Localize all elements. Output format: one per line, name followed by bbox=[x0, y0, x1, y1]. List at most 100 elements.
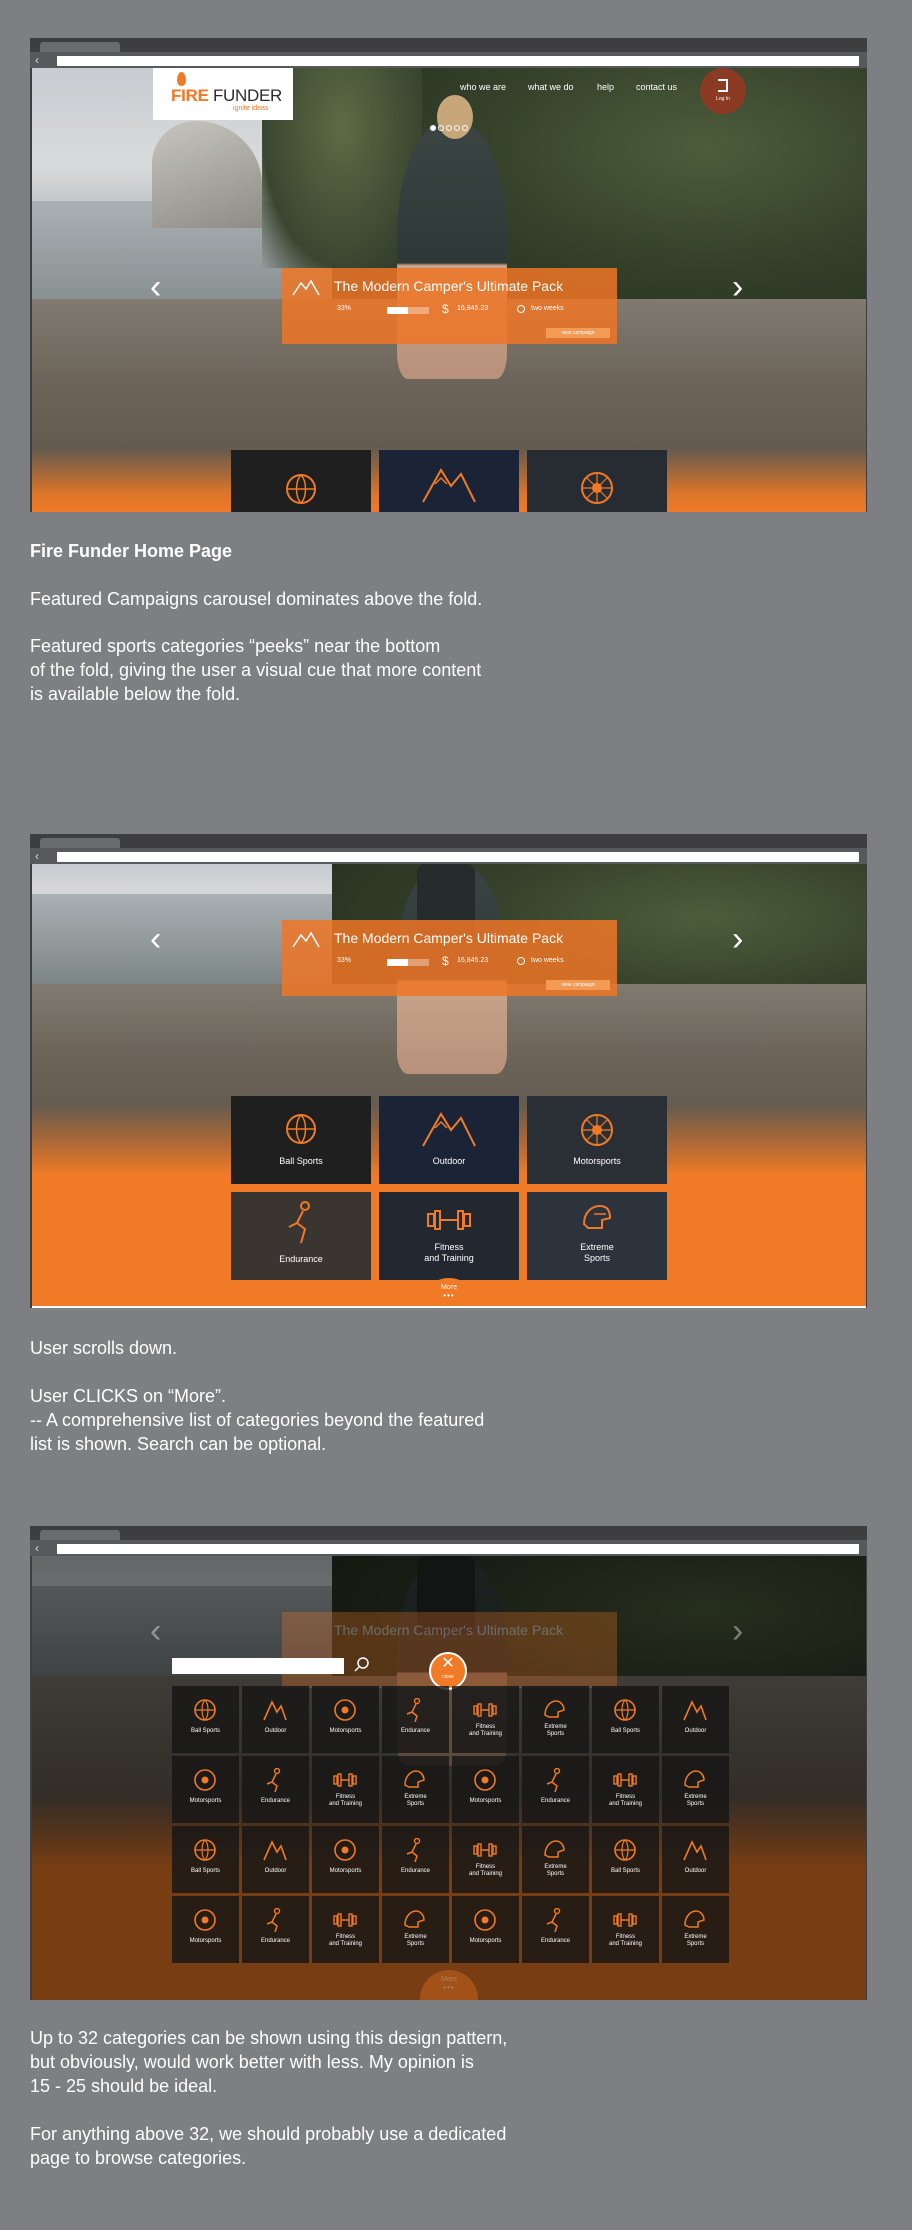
category-grid-tile[interactable]: Ball Sports bbox=[172, 1826, 239, 1893]
category-tile-motorsports[interactable] bbox=[527, 450, 667, 512]
category-grid-tile[interactable]: Fitness and Training bbox=[312, 1896, 379, 1963]
fire-funder-logo[interactable]: FIRE FUNDER ignite ideas bbox=[153, 68, 293, 120]
category-grid-tile[interactable]: Endurance bbox=[242, 1896, 309, 1963]
address-bar[interactable] bbox=[57, 1544, 859, 1554]
category-grid-tile[interactable]: Outdoor bbox=[242, 1686, 309, 1753]
mountain-icon bbox=[263, 1840, 287, 1861]
category-grid-tile[interactable]: Ball Sports bbox=[592, 1826, 659, 1893]
funded-percent: 33% bbox=[337, 957, 352, 964]
browser-tab[interactable] bbox=[40, 838, 120, 848]
category-grid-tile[interactable]: Fitness and Training bbox=[452, 1826, 519, 1893]
category-grid-tile[interactable]: Extreme Sports bbox=[662, 1756, 729, 1823]
dollar-icon: $ bbox=[442, 954, 449, 968]
category-grid-tile[interactable]: Endurance bbox=[242, 1756, 309, 1823]
back-icon[interactable]: ‹ bbox=[35, 52, 39, 68]
view-campaign-button[interactable]: view campaign bbox=[546, 980, 610, 990]
login-label: Log In bbox=[716, 96, 730, 102]
nav-contact-us[interactable]: contact us bbox=[636, 82, 677, 92]
category-label: Motorsports bbox=[329, 1728, 362, 1734]
category-label: Motorsports bbox=[189, 1798, 222, 1804]
back-icon[interactable]: ‹ bbox=[35, 1540, 39, 1556]
category-grid-tile[interactable]: Endurance bbox=[382, 1686, 449, 1753]
back-icon[interactable]: ‹ bbox=[35, 848, 39, 864]
browser-tab-bar bbox=[30, 1526, 867, 1540]
category-grid-tile[interactable]: Fitness and Training bbox=[312, 1756, 379, 1823]
category-search-input[interactable] bbox=[172, 1658, 344, 1674]
carousel-prev-icon[interactable]: ‹ bbox=[150, 922, 161, 956]
category-grid-tile[interactable]: Outdoor bbox=[662, 1686, 729, 1753]
category-grid-tile[interactable]: Extreme Sports bbox=[382, 1896, 449, 1963]
category-grid-tile[interactable]: Outdoor bbox=[242, 1826, 309, 1893]
cyclist-icon bbox=[266, 1768, 281, 1792]
category-grid-tile[interactable]: Motorsports bbox=[172, 1756, 239, 1823]
category-grid-tile[interactable]: Endurance bbox=[522, 1756, 589, 1823]
carousel-dot[interactable] bbox=[454, 125, 460, 131]
category-grid-tile[interactable]: Motorsports bbox=[312, 1826, 379, 1893]
helmet-icon bbox=[582, 1204, 612, 1229]
category-label: Outdoor bbox=[264, 1728, 287, 1734]
dumbbell-icon bbox=[473, 1703, 497, 1717]
campaign-card[interactable]: The Modern Camper's Ultimate Pack 33% $ … bbox=[282, 920, 617, 996]
category-grid-tile[interactable]: Fitness and Training bbox=[452, 1686, 519, 1753]
category-tile-outdoor[interactable] bbox=[379, 450, 519, 512]
carousel-next-icon[interactable]: › bbox=[732, 270, 743, 304]
category-tile-endurance[interactable]: Endurance bbox=[231, 1192, 371, 1280]
category-grid-tile[interactable]: Outdoor bbox=[662, 1826, 729, 1893]
campaign-card[interactable]: The Modern Camper's Ultimate Pack 33% $ … bbox=[282, 268, 617, 344]
carousel-dot[interactable] bbox=[430, 125, 436, 131]
category-grid-tile[interactable]: Motorsports bbox=[452, 1896, 519, 1963]
carousel-dot[interactable] bbox=[462, 125, 468, 131]
cyclist-icon bbox=[288, 1201, 310, 1244]
nav-help[interactable]: help bbox=[597, 82, 614, 92]
category-label: Endurance bbox=[540, 1938, 571, 1944]
category-label: Extreme Sports bbox=[684, 1794, 707, 1807]
category-grid-tile[interactable]: Extreme Sports bbox=[522, 1686, 589, 1753]
category-tile-fitness[interactable]: Fitness and Training bbox=[379, 1192, 519, 1280]
category-grid-tile[interactable]: Motorsports bbox=[172, 1896, 239, 1963]
amount-raised: 16,845.23 bbox=[457, 957, 489, 964]
category-tile-ball-sports[interactable]: Ball Sports bbox=[231, 1096, 371, 1184]
category-tile-ball-sports[interactable] bbox=[231, 450, 371, 512]
category-tile-extreme[interactable]: Extreme Sports bbox=[527, 1192, 667, 1280]
view-campaign-button[interactable]: view campaign bbox=[546, 328, 610, 338]
carousel-prev-icon[interactable]: ‹ bbox=[150, 270, 161, 304]
basketball-icon bbox=[194, 1839, 216, 1861]
address-bar[interactable] bbox=[57, 56, 859, 66]
category-grid-tile[interactable]: Ball Sports bbox=[172, 1686, 239, 1753]
dumbbell-icon bbox=[613, 1913, 637, 1927]
carousel-dot[interactable] bbox=[446, 125, 452, 131]
category-tile-outdoor[interactable]: Outdoor bbox=[379, 1096, 519, 1184]
category-label: Outdoor bbox=[684, 1868, 707, 1874]
carousel-dot[interactable] bbox=[438, 125, 444, 131]
category-grid-tile[interactable]: Ball Sports bbox=[592, 1686, 659, 1753]
category-label: Motorsports bbox=[573, 1156, 621, 1166]
helmet-icon bbox=[684, 1910, 705, 1928]
category-label: Endurance bbox=[279, 1254, 323, 1264]
category-grid-tile[interactable]: Endurance bbox=[382, 1826, 449, 1893]
category-grid-tile[interactable]: Motorsports bbox=[312, 1686, 379, 1753]
category-grid-tile[interactable]: Extreme Sports bbox=[382, 1756, 449, 1823]
more-button[interactable]: More ••• bbox=[420, 1278, 478, 1308]
nav-what-we-do[interactable]: what we do bbox=[528, 82, 574, 92]
cyclist-icon bbox=[406, 1838, 421, 1862]
category-grid-tile[interactable]: Motorsports bbox=[452, 1756, 519, 1823]
clock-icon bbox=[517, 957, 525, 965]
category-grid-tile[interactable]: Extreme Sports bbox=[662, 1896, 729, 1963]
address-bar[interactable] bbox=[57, 852, 859, 862]
login-button[interactable]: Log In bbox=[700, 68, 746, 114]
category-grid-tile[interactable]: Endurance bbox=[522, 1896, 589, 1963]
carousel-next-icon[interactable]: › bbox=[732, 922, 743, 956]
category-tile-motorsports[interactable]: Motorsports bbox=[527, 1096, 667, 1184]
category-label: Motorsports bbox=[189, 1938, 222, 1944]
more-label: More bbox=[441, 1284, 457, 1291]
category-grid-tile[interactable]: Fitness and Training bbox=[592, 1896, 659, 1963]
dumbbell-icon bbox=[333, 1773, 357, 1787]
browser-tab[interactable] bbox=[40, 42, 120, 52]
category-label: Outdoor bbox=[684, 1728, 707, 1734]
search-icon[interactable] bbox=[354, 1657, 370, 1673]
browser-tab[interactable] bbox=[40, 1530, 120, 1540]
category-grid-tile[interactable]: Extreme Sports bbox=[522, 1826, 589, 1893]
category-grid-tile[interactable]: Fitness and Training bbox=[592, 1756, 659, 1823]
nav-who-we-are[interactable]: who we are bbox=[460, 82, 506, 92]
close-categories-button[interactable]: ✕ close bbox=[429, 1652, 467, 1690]
